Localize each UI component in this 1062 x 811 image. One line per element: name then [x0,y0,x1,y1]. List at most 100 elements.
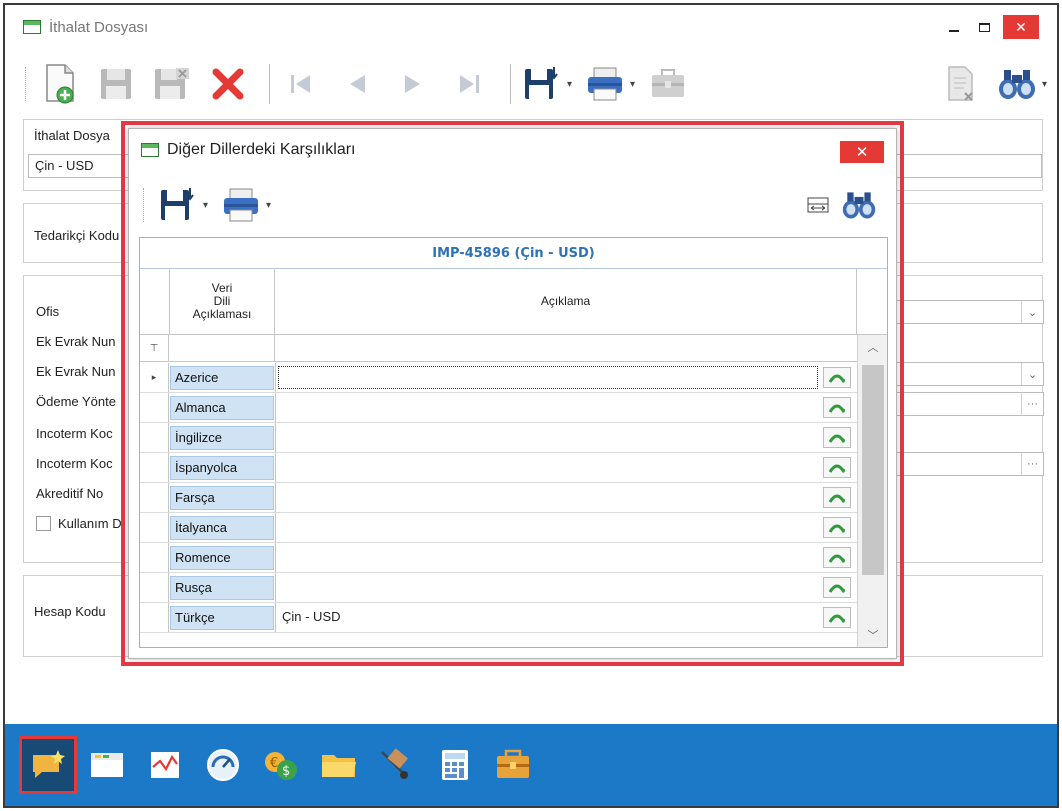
delete-icon[interactable] [205,61,251,107]
language-cell[interactable]: Farsça [170,486,274,510]
row-indicator[interactable] [140,513,169,542]
row-indicator[interactable] [140,603,169,632]
language-cell[interactable]: Almanca [170,396,274,420]
table-row[interactable]: Rusça [140,573,857,603]
toolbar-grip[interactable] [143,188,145,222]
vertical-scrollbar[interactable]: ︿ ﹀ [857,335,887,647]
language-cell[interactable]: İngilizce [170,426,274,450]
translate-icon[interactable] [823,457,851,478]
money-icon[interactable]: € $ [257,741,305,789]
cancel-doc-icon[interactable] [938,61,984,107]
table-row[interactable]: ▸ Azerice [140,363,857,393]
binoculars-icon[interactable] [994,61,1040,107]
description-cell[interactable] [275,393,821,422]
language-cell[interactable]: Azerice [170,366,274,390]
chevron-down-icon[interactable]: ⌄ [1021,363,1043,385]
translate-icon[interactable] [823,517,851,538]
description-cell[interactable] [275,573,821,602]
column-header-description[interactable]: Açıklama [275,269,857,335]
row-indicator[interactable]: ▸ [140,363,169,392]
next-record-icon[interactable] [390,61,436,107]
binoculars-dropdown-icon[interactable]: ▾ [1042,79,1047,90]
table-row[interactable]: İngilizce [140,423,857,453]
ellipsis-button[interactable]: ··· [1021,453,1043,475]
first-record-icon[interactable] [278,61,324,107]
description-cell[interactable] [275,423,821,452]
table-row[interactable]: İspanyolca [140,453,857,483]
row-indicator[interactable] [140,543,169,572]
table-row[interactable]: İtalyanca [140,513,857,543]
translate-icon[interactable] [823,577,851,598]
column-header-language[interactable]: Veri Dili Açıklaması [170,269,275,335]
print-dropdown-icon[interactable]: ▾ [630,79,635,90]
row-indicator[interactable] [140,453,169,482]
translate-icon[interactable] [823,427,851,448]
last-record-icon[interactable] [446,61,492,107]
description-cell[interactable] [275,543,821,572]
scroll-down-icon[interactable]: ﹀ [858,625,887,645]
language-cell[interactable]: Romence [170,546,274,570]
window-icon[interactable] [83,741,131,789]
row-indicator[interactable] [140,573,169,602]
folder-icon[interactable] [315,741,363,789]
description-cell[interactable]: Çin - USD [275,603,821,632]
language-cell[interactable]: Rusça [170,576,274,600]
translate-icon[interactable] [823,607,851,628]
toolbar-grip[interactable] [25,67,27,101]
description-cell[interactable] [275,453,821,482]
export-dropdown-icon[interactable]: ▾ [203,200,208,211]
translate-icon[interactable] [823,397,851,418]
export-icon[interactable] [155,182,201,228]
ofis-select[interactable]: ⌄ [894,300,1044,324]
ek-evrak-select[interactable]: ⌄ [894,362,1044,386]
incoterm-field[interactable]: ··· [894,452,1044,476]
ellipsis-button[interactable]: ··· [1021,393,1043,415]
minimize-button[interactable] [939,15,969,39]
new-doc-icon[interactable] [37,61,83,107]
chart-icon[interactable] [141,741,189,789]
kullanim-checkbox[interactable] [36,516,51,531]
window-icon [23,20,41,34]
description-cell[interactable] [275,483,821,512]
scroll-up-icon[interactable]: ︿ [858,337,887,357]
toolbox-icon[interactable] [489,741,537,789]
hand-truck-icon[interactable] [373,741,421,789]
description-cell[interactable] [275,513,821,542]
language-cell[interactable]: Türkçe [170,606,274,630]
gauge-icon[interactable] [199,741,247,789]
row-indicator[interactable] [140,483,169,512]
dialog-close-button[interactable]: ✕ [840,141,884,163]
calculator-icon[interactable] [431,741,479,789]
binoculars-icon[interactable] [836,182,882,228]
row-indicator[interactable] [140,423,169,452]
filter-row[interactable]: ⊤ [140,335,857,362]
filter-icon[interactable]: ⊤ [140,335,169,361]
export-icon[interactable] [519,61,565,107]
save-close-icon[interactable] [149,61,195,107]
save-icon[interactable] [93,61,139,107]
maximize-button[interactable] [969,15,999,39]
translate-icon[interactable] [823,547,851,568]
prev-record-icon[interactable] [334,61,380,107]
table-row[interactable]: Almanca [140,393,857,423]
print-icon[interactable] [218,182,264,228]
translate-icon[interactable] [823,487,851,508]
description-cell[interactable] [275,363,821,392]
print-icon[interactable] [582,61,628,107]
column-width-icon[interactable] [804,182,832,228]
row-indicator[interactable] [140,393,169,422]
table-row[interactable]: Romence [140,543,857,573]
briefcase-icon[interactable] [645,61,691,107]
table-row[interactable]: Türkçe Çin - USD [140,603,857,633]
note-icon[interactable] [19,736,77,794]
translate-icon[interactable] [823,367,851,388]
language-cell[interactable]: İspanyolca [170,456,274,480]
print-dropdown-icon[interactable]: ▾ [266,200,271,211]
table-row[interactable]: Farsça [140,483,857,513]
chevron-down-icon[interactable]: ⌄ [1021,301,1043,323]
language-cell[interactable]: İtalyanca [170,516,274,540]
export-dropdown-icon[interactable]: ▾ [567,79,572,90]
scroll-thumb[interactable] [862,365,884,575]
odeme-field[interactable]: ··· [894,392,1044,416]
close-button[interactable]: ✕ [1003,15,1039,39]
